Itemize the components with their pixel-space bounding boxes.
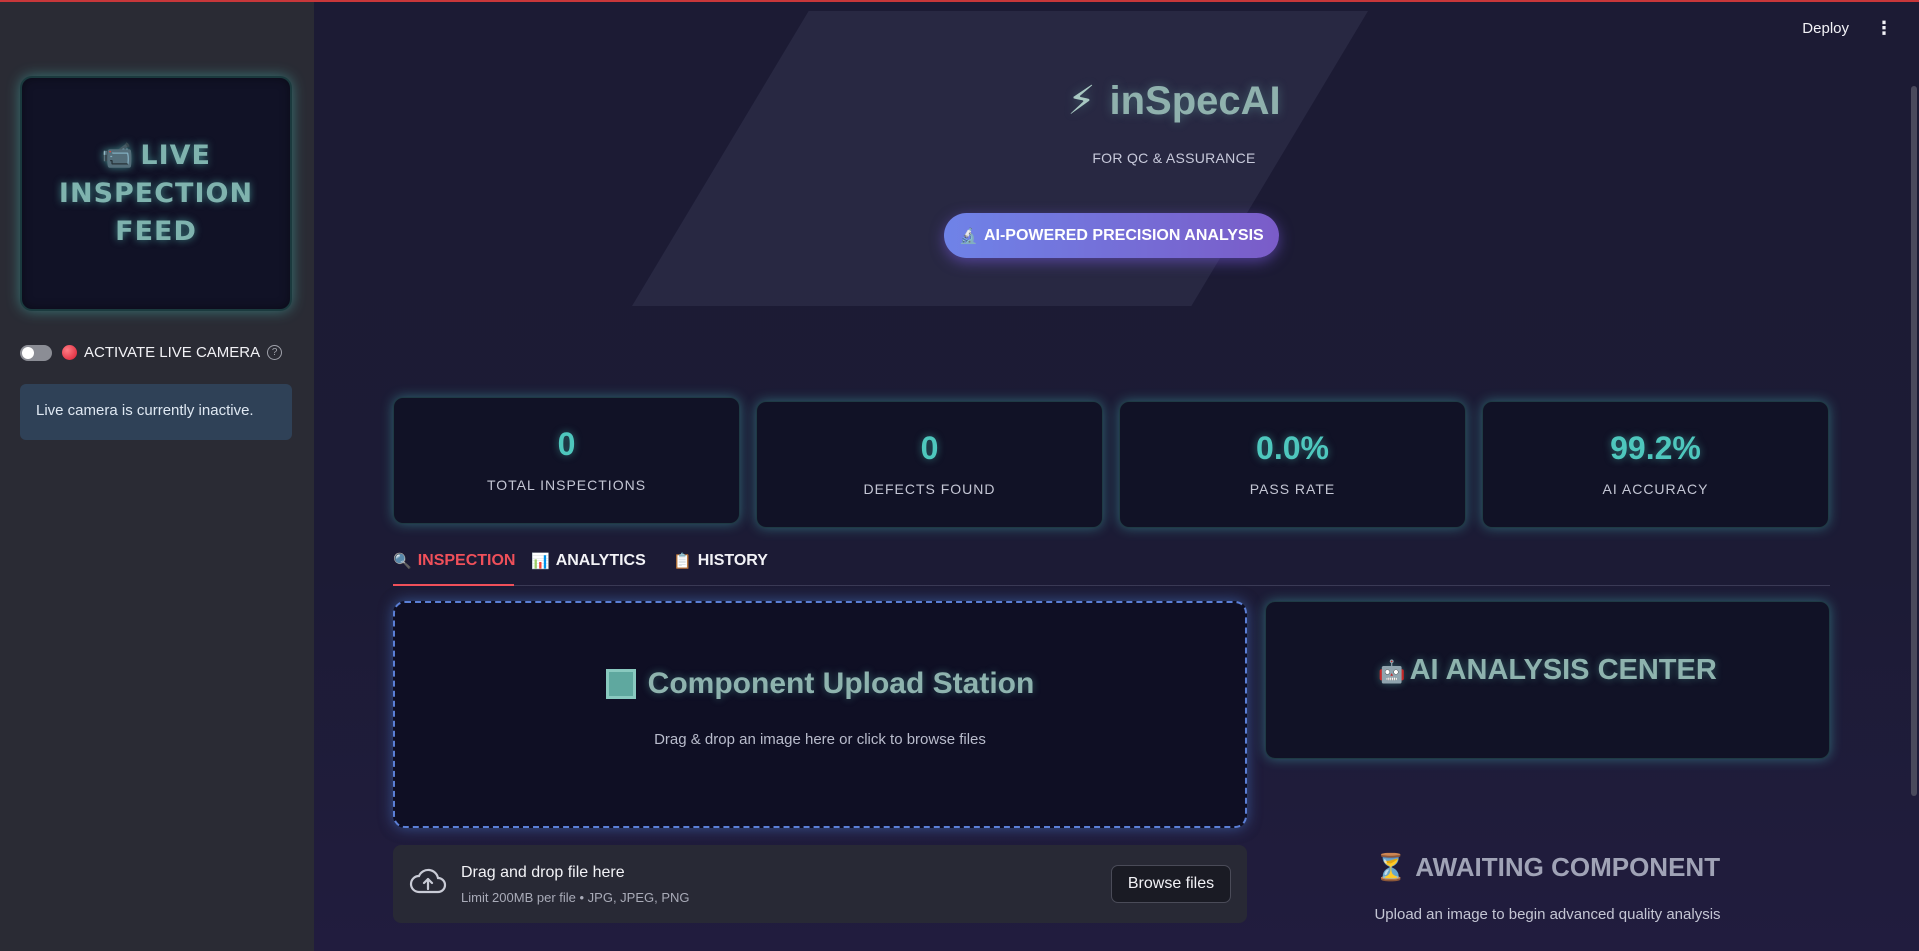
metric-value: 99.2% xyxy=(1610,430,1701,466)
dropzone-limit: Limit 200MB per file • JPG, JPEG, PNG xyxy=(461,890,690,905)
metric-total-inspections: 0 TOTAL INSPECTIONS xyxy=(393,397,740,524)
ai-precision-badge: 🔬 AI-POWERED PRECISION ANALYSIS xyxy=(944,213,1279,258)
tab-label: HISTORY xyxy=(697,552,768,569)
metric-value: 0 xyxy=(557,426,576,462)
browse-files-button[interactable]: Browse files xyxy=(1111,865,1231,903)
main-scrollbar[interactable] xyxy=(1911,86,1917,796)
awaiting-title-text: AWAITING COMPONENT xyxy=(1415,852,1721,882)
metric-label: DEFECTS FOUND xyxy=(863,481,996,497)
metric-defects-found: 0 DEFECTS FOUND xyxy=(756,401,1103,528)
live-feed-title-text: LIVE INSPECTION FEED xyxy=(58,139,254,247)
component-upload-station[interactable]: Component Upload Station Drag & drop an … xyxy=(393,601,1247,828)
camera-toggle-row: ACTIVATE LIVE CAMERA ? xyxy=(20,344,283,361)
help-icon[interactable]: ? xyxy=(267,345,283,360)
red-circle-icon xyxy=(62,345,77,360)
hero-header: ⚡ inSpecAI FOR QC & ASSURANCE xyxy=(934,78,1414,166)
cloud-upload-icon xyxy=(409,868,447,894)
lightning-bolt-icon: ⚡ xyxy=(1067,79,1096,123)
ai-analysis-center-title: 🤖 AI ANALYSIS CENTER xyxy=(1266,654,1829,687)
camera-toggle-label: ACTIVATE LIVE CAMERA xyxy=(84,344,261,361)
robot-icon: 🤖 xyxy=(1378,659,1406,684)
metric-label: PASS RATE xyxy=(1249,481,1336,497)
app-subtitle: FOR QC & ASSURANCE xyxy=(1092,150,1256,166)
bar-chart-icon: 📊 xyxy=(531,553,550,570)
live-feed-title: 📹 LIVE INSPECTION FEED xyxy=(56,137,256,251)
metric-label: TOTAL INSPECTIONS xyxy=(486,477,647,493)
metric-label: AI ACCURACY xyxy=(1602,481,1709,497)
upload-station-title: Component Upload Station xyxy=(395,667,1245,701)
awaiting-title: ⏳ AWAITING COMPONENT xyxy=(1265,852,1830,883)
upload-station-title-text: Component Upload Station xyxy=(647,667,1035,700)
metric-value: 0.0% xyxy=(1256,430,1329,466)
upload-station-subtitle: Drag & drop an image here or click to br… xyxy=(654,731,986,748)
tab-history[interactable]: 📋 HISTORY xyxy=(673,552,768,570)
live-camera-toggle[interactable] xyxy=(20,344,52,361)
sidebar: 📹 LIVE INSPECTION FEED ACTIVATE LIVE CAME… xyxy=(0,0,314,951)
metric-ai-accuracy: 99.2% AI ACCURACY xyxy=(1482,401,1829,528)
camera-status-text: Live camera is currently inactive. xyxy=(36,402,254,419)
main-content: Deploy ⋮ ⚡ inSpecAI FOR QC & ASSURANCE 🔬 … xyxy=(314,0,1919,951)
live-feed-card: 📹 LIVE INSPECTION FEED xyxy=(20,76,292,311)
microscope-icon: 🔬 xyxy=(959,227,978,245)
app-title: ⚡ inSpecAI xyxy=(934,78,1414,124)
tab-label: INSPECTION xyxy=(417,552,516,569)
ai-analysis-center-text: AI ANALYSIS CENTER xyxy=(1409,654,1717,686)
square-icon xyxy=(605,669,636,699)
top-accent-line xyxy=(0,0,1919,2)
deploy-button[interactable]: Deploy xyxy=(1802,20,1849,37)
magnifier-icon: 🔍 xyxy=(393,553,412,570)
clipboard-icon: 📋 xyxy=(673,553,692,570)
file-dropzone[interactable]: Drag and drop file here Limit 200MB per … xyxy=(393,845,1247,923)
video-camera-icon: 📹 xyxy=(101,140,135,171)
awaiting-subtitle: Upload an image to begin advanced qualit… xyxy=(1374,906,1721,923)
hourglass-icon: ⏳ xyxy=(1374,852,1408,882)
tab-inspection[interactable]: 🔍 INSPECTION xyxy=(393,552,516,586)
ai-precision-label: AI-POWERED PRECISION ANALYSIS xyxy=(983,226,1264,244)
tab-analytics[interactable]: 📊 ANALYTICS xyxy=(531,552,646,570)
camera-status-info: Live camera is currently inactive. xyxy=(20,384,292,440)
dropzone-title: Drag and drop file here xyxy=(461,864,625,881)
metric-pass-rate: 0.0% PASS RATE xyxy=(1119,401,1466,528)
metric-value: 0 xyxy=(920,430,939,466)
main-menu-icon[interactable]: ⋮ xyxy=(1875,18,1893,39)
app-title-text: inSpecAI xyxy=(1109,79,1281,123)
tab-label: ANALYTICS xyxy=(555,552,646,569)
ai-analysis-center-card: 🤖 AI ANALYSIS CENTER xyxy=(1265,601,1830,759)
tab-bar: 🔍 INSPECTION 📊 ANALYTICS 📋 HISTORY xyxy=(393,550,1830,586)
